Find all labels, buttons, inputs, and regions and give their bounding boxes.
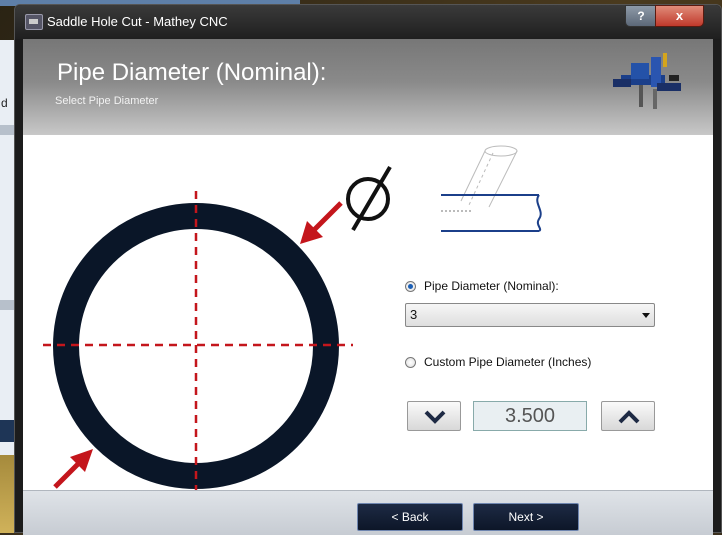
close-button[interactable]: x <box>655 5 704 27</box>
title-bar[interactable]: Saddle Hole Cut - Mathey CNC ? x <box>15 5 721 39</box>
decrease-diameter-button[interactable] <box>407 401 461 431</box>
wizard-content: Pipe Diameter (Nominal): 3 Custom Pipe D… <box>23 135 713 490</box>
nominal-diameter-value: 3 <box>410 307 418 322</box>
chevron-up-icon <box>618 410 640 424</box>
window-client: Pipe Diameter (Nominal): Select Pipe Dia… <box>23 39 713 535</box>
cnc-machine-icon <box>613 53 681 109</box>
nominal-diameter-option[interactable]: Pipe Diameter (Nominal): <box>405 279 559 293</box>
arrow-bottom-left <box>53 449 93 489</box>
wizard-window: Saddle Hole Cut - Mathey CNC ? x Pipe Di… <box>14 4 722 535</box>
saddle-cut-illustration <box>441 145 542 232</box>
next-button[interactable]: Next > <box>473 503 579 531</box>
chevron-down-icon <box>424 410 446 424</box>
page-subtitle: Select Pipe Diameter <box>55 95 159 107</box>
increase-diameter-button[interactable] <box>601 401 655 431</box>
diameter-symbol-icon <box>346 165 392 232</box>
back-button[interactable]: < Back <box>357 503 463 531</box>
custom-diameter-label[interactable]: Custom Pipe Diameter (Inches) <box>424 355 591 369</box>
pipe-cross-section-diagram <box>43 165 392 490</box>
window-title: Saddle Hole Cut - Mathey CNC <box>47 14 228 29</box>
background-window-label: d <box>1 96 8 110</box>
page-title: Pipe Diameter (Nominal): <box>57 59 327 86</box>
custom-diameter-option[interactable]: Custom Pipe Diameter (Inches) <box>405 355 591 369</box>
app-icon <box>25 14 43 30</box>
help-button[interactable]: ? <box>625 5 657 27</box>
nominal-diameter-radio[interactable] <box>405 280 416 292</box>
custom-diameter-input[interactable]: 3.500 <box>473 401 587 431</box>
custom-diameter-radio[interactable] <box>405 356 416 368</box>
nominal-diameter-label[interactable]: Pipe Diameter (Nominal): <box>424 279 559 293</box>
nominal-diameter-select[interactable]: 3 <box>405 303 655 327</box>
wizard-footer: < Back Next > <box>23 490 713 535</box>
wizard-header: Pipe Diameter (Nominal): Select Pipe Dia… <box>23 39 713 135</box>
chevron-down-icon <box>642 313 650 318</box>
arrow-top-right <box>300 201 343 244</box>
